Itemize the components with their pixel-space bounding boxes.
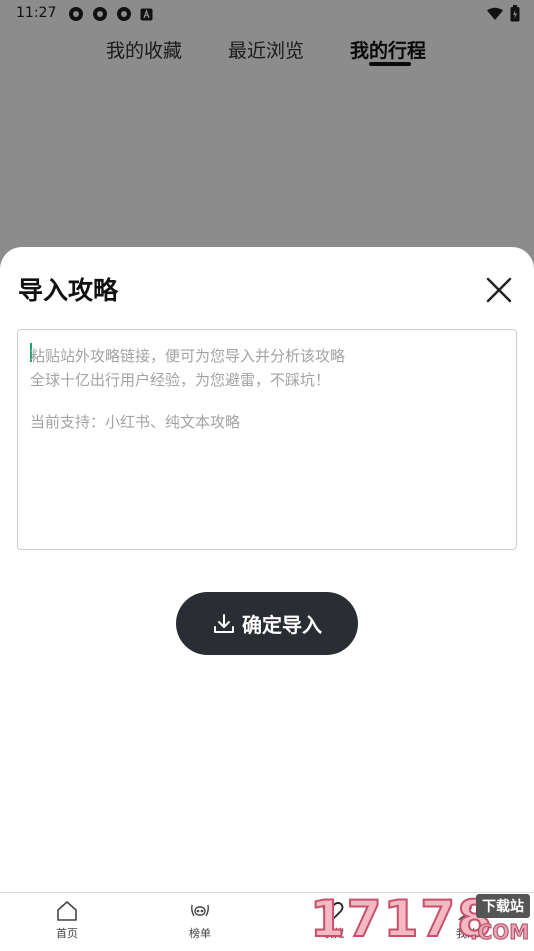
watermark-badge: 下载站: [476, 894, 530, 918]
confirm-import-label: 确定导入: [242, 613, 322, 637]
placeholder-line-1: 粘贴站外攻略链接，便可为您导入并分析该攻略: [30, 347, 346, 365]
close-icon: [486, 277, 512, 303]
site-watermark-logo: 17178 下载站 .COM: [309, 888, 534, 950]
link-input-field[interactable]: 粘贴站外攻略链接，便可为您导入并分析该攻略 全球十亿出行用户经验，为您避雷，不踩…: [17, 329, 517, 550]
nav-label-ranking: 榜单: [189, 927, 211, 940]
import-guide-sheet: 导入攻略 粘贴站外攻略链接，便可为您导入并分析该攻略 全球十亿出行用户经验，为您…: [0, 247, 534, 893]
close-button[interactable]: [484, 275, 514, 305]
nav-label-home: 首页: [56, 927, 78, 940]
rank-icon: [191, 904, 209, 917]
watermark-suffix: .COM: [469, 920, 530, 945]
nav-item-ranking[interactable]: 榜单: [165, 899, 235, 941]
nav-item-home[interactable]: 首页: [32, 899, 102, 941]
download-icon: [214, 613, 234, 633]
input-placeholder: 粘贴站外攻略链接，便可为您导入并分析该攻略 全球十亿出行用户经验，为您避雷，不踩…: [30, 344, 500, 434]
watermark-digits: 17178: [309, 889, 494, 949]
confirm-import-button[interactable]: 确定导入: [176, 592, 358, 655]
home-icon: [57, 901, 77, 921]
sheet-title: 导入攻略: [18, 276, 119, 305]
placeholder-line-3: 当前支持：小红书、纯文本攻略: [30, 413, 241, 431]
placeholder-line-2: 全球十亿出行用户经验，为您避雷，不踩坑！: [30, 371, 331, 389]
